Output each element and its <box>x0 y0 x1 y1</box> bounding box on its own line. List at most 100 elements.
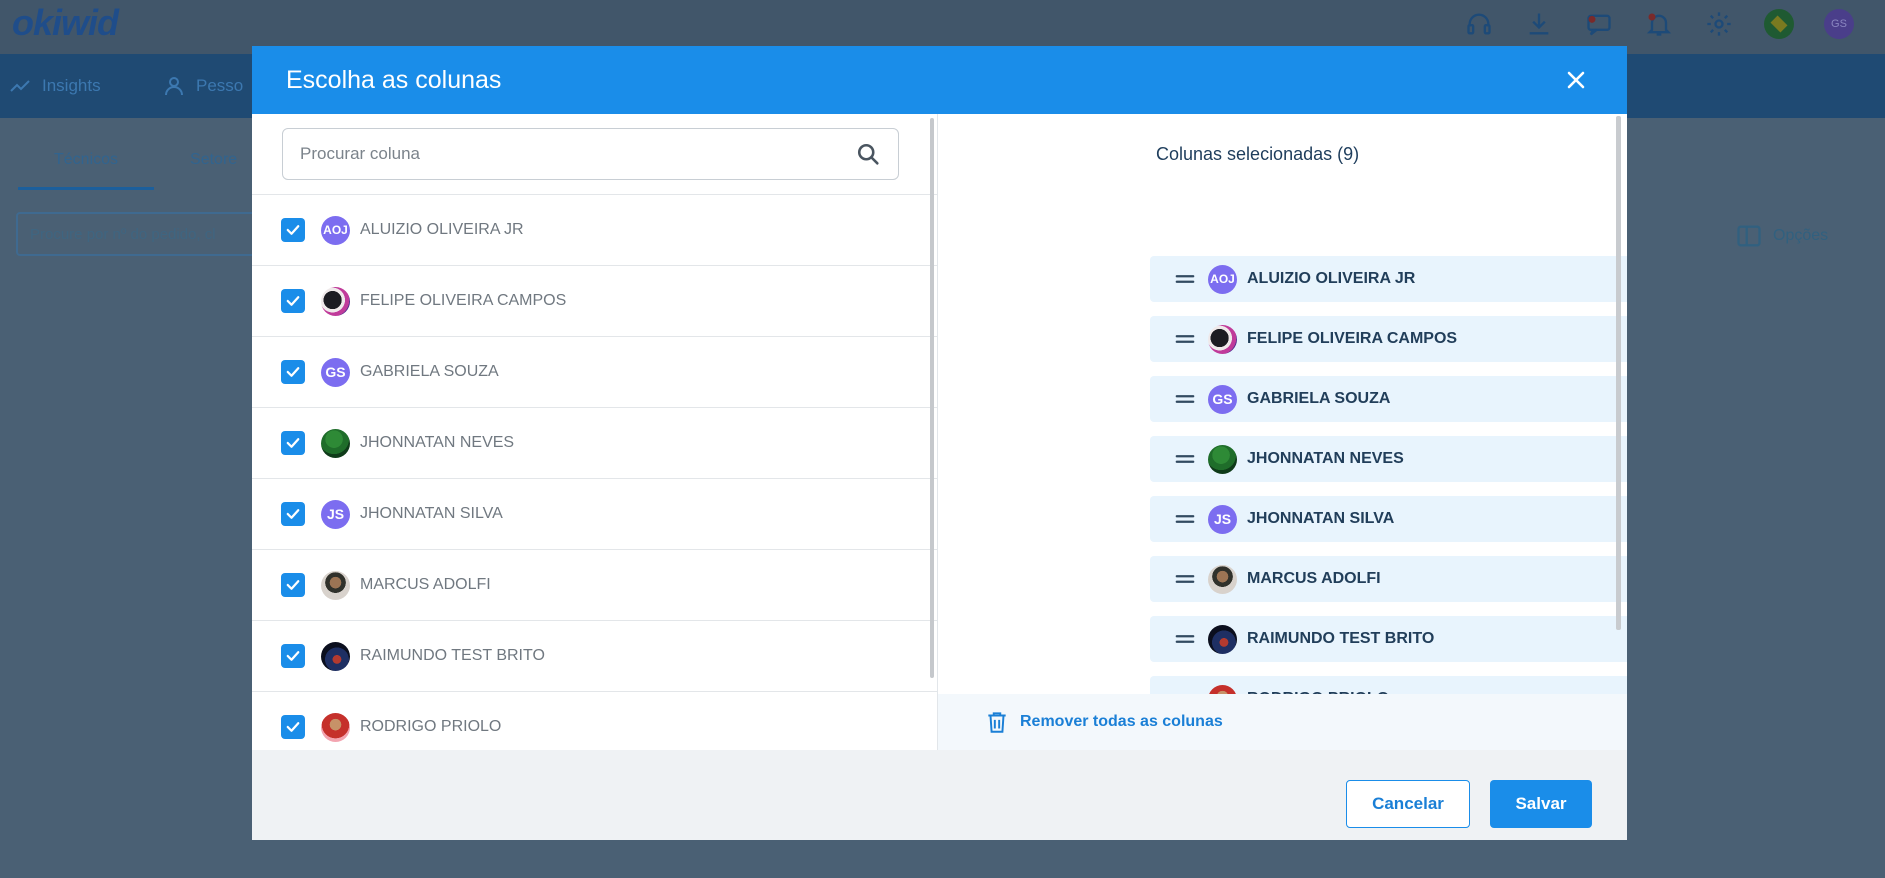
avatar <box>1208 564 1237 594</box>
selected-column-item[interactable]: MARCUS ADOLFI <box>1150 556 1627 602</box>
choose-columns-modal: Escolha as colunas AOJ ALUIZIO OLIVEIRA J… <box>252 46 1627 840</box>
search-icon[interactable] <box>854 140 882 168</box>
selected-column-label: GABRIELA SOUZA <box>1247 390 1391 407</box>
avatar: AOJ <box>1208 264 1237 294</box>
avatar <box>321 641 350 671</box>
column-checkbox[interactable] <box>281 289 305 313</box>
column-checkbox[interactable] <box>281 573 305 597</box>
column-option[interactable]: JS JHONNATAN SILVA <box>252 479 937 550</box>
headset-icon[interactable] <box>1463 8 1495 40</box>
drag-handle-icon[interactable] <box>1174 628 1196 650</box>
modal-title: Escolha as colunas <box>286 65 502 94</box>
drag-handle-icon[interactable] <box>1174 508 1196 530</box>
drag-handle-icon[interactable] <box>1174 568 1196 590</box>
selected-column-item[interactable]: JS JHONNATAN SILVA <box>1150 496 1627 542</box>
avatar: AOJ <box>321 215 350 245</box>
modal-body: AOJ ALUIZIO OLIVEIRA JR FELIPE OLIVEIRA CA… <box>252 114 1627 750</box>
selected-columns-list: AOJ ALUIZIO OLIVEIRA JR FELIPE OLIVEIRA CA… <box>1150 256 1627 736</box>
remove-all-label: Remover todas as colunas <box>1020 713 1223 730</box>
check-icon <box>286 580 300 590</box>
selected-column-label: JHONNATAN NEVES <box>1247 450 1404 467</box>
nav-item-pessoas[interactable]: Pesso <box>162 74 243 98</box>
drag-handle-icon[interactable] <box>1174 268 1196 290</box>
check-icon <box>286 722 300 732</box>
avatar: JS <box>1208 504 1237 534</box>
column-search-input[interactable] <box>300 144 854 164</box>
avatar <box>1208 324 1237 354</box>
available-columns-pane: AOJ ALUIZIO OLIVEIRA JR FELIPE OLIVEIRA CA… <box>252 114 938 750</box>
column-option[interactable]: RAIMUNDO TEST BRITO <box>252 621 937 692</box>
avatar: JS <box>321 499 350 529</box>
avatar <box>1208 444 1237 474</box>
options-button[interactable]: Opções <box>1735 222 1828 250</box>
trash-icon <box>988 712 1006 733</box>
close-icon <box>1567 71 1585 89</box>
column-checkbox[interactable] <box>281 715 305 739</box>
check-icon <box>286 296 300 306</box>
selected-column-item[interactable]: RAIMUNDO TEST BRITO <box>1150 616 1627 662</box>
column-option[interactable]: RODRIGO PRIOLO <box>252 692 937 750</box>
check-icon <box>286 651 300 661</box>
column-search[interactable] <box>282 128 899 180</box>
column-checkbox[interactable] <box>281 502 305 526</box>
drag-handle-icon[interactable] <box>1174 448 1196 470</box>
check-icon <box>286 367 300 377</box>
column-option[interactable]: AOJ ALUIZIO OLIVEIRA JR <box>252 195 937 266</box>
column-option-label: GABRIELA SOUZA <box>360 363 499 380</box>
app-logo: okiwid <box>12 2 119 43</box>
check-icon <box>286 225 300 235</box>
column-option-label: RODRIGO PRIOLO <box>360 718 502 735</box>
column-checkbox[interactable] <box>281 644 305 668</box>
selected-column-item[interactable]: AOJ ALUIZIO OLIVEIRA JR <box>1150 256 1627 302</box>
download-icon[interactable] <box>1523 8 1555 40</box>
selected-column-label: RAIMUNDO TEST BRITO <box>1247 630 1435 647</box>
column-option-label: ALUIZIO OLIVEIRA JR <box>360 221 524 238</box>
left-scrollbar[interactable] <box>930 118 934 678</box>
remove-all-bar: Remover todas as colunas <box>938 694 1627 750</box>
gear-icon[interactable] <box>1703 8 1735 40</box>
user-initials: GS <box>1824 9 1854 39</box>
column-option[interactable]: JHONNATAN NEVES <box>252 408 937 479</box>
trend-icon <box>10 80 30 92</box>
options-label: Opções <box>1773 227 1829 244</box>
cancel-button[interactable]: Cancelar <box>1346 780 1470 828</box>
drag-handle-icon[interactable] <box>1174 388 1196 410</box>
column-option[interactable]: MARCUS ADOLFI <box>252 550 937 621</box>
user-avatar[interactable]: GS <box>1823 8 1855 40</box>
nav-item-insights[interactable]: Insights <box>8 74 101 98</box>
selected-columns-title: Colunas selecionadas (9) <box>1156 144 1360 164</box>
selected-column-item[interactable]: JHONNATAN NEVES <box>1150 436 1627 482</box>
person-icon <box>165 77 183 96</box>
check-icon <box>286 438 300 448</box>
orders-search-input[interactable]: Procure por nº do pedido, cl <box>16 212 276 256</box>
chat-icon[interactable] <box>1583 8 1615 40</box>
save-button[interactable]: Salvar <box>1490 780 1592 828</box>
column-option-label: MARCUS ADOLFI <box>360 576 491 593</box>
selected-column-item[interactable]: FELIPE OLIVEIRA CAMPOS <box>1150 316 1627 362</box>
header-icons: GS <box>1463 8 1855 40</box>
column-option[interactable]: GS GABRIELA SOUZA <box>252 337 937 408</box>
close-button[interactable] <box>1559 63 1593 97</box>
column-checkbox[interactable] <box>281 218 305 242</box>
selected-columns-pane: Colunas selecionadas (9) AOJ ALUIZIO OLIV… <box>938 114 1627 750</box>
nav-item-label: Insights <box>42 76 101 95</box>
nav-item-label: Pesso <box>196 76 244 95</box>
avatar <box>1208 624 1237 654</box>
language-flag-icon[interactable] <box>1763 8 1795 40</box>
remove-all-button[interactable]: Remover todas as colunas <box>984 708 1223 736</box>
avatar: GS <box>321 357 350 387</box>
column-option-label: RAIMUNDO TEST BRITO <box>360 647 545 664</box>
avatar: GS <box>1208 384 1237 414</box>
bell-icon[interactable] <box>1643 8 1675 40</box>
right-scrollbar[interactable] <box>1616 116 1621 630</box>
drag-handle-icon[interactable] <box>1174 328 1196 350</box>
column-option[interactable]: FELIPE OLIVEIRA CAMPOS <box>252 266 937 337</box>
avatar <box>321 286 350 316</box>
column-option-label: JHONNATAN SILVA <box>360 505 503 522</box>
modal-footer: Cancelar Salvar <box>252 750 1627 840</box>
selected-column-item[interactable]: GS GABRIELA SOUZA <box>1150 376 1627 422</box>
column-checkbox[interactable] <box>281 360 305 384</box>
columns-icon <box>1737 225 1761 247</box>
column-checkbox[interactable] <box>281 431 305 455</box>
tab-tecnicos[interactable]: Técnicos <box>18 145 155 190</box>
